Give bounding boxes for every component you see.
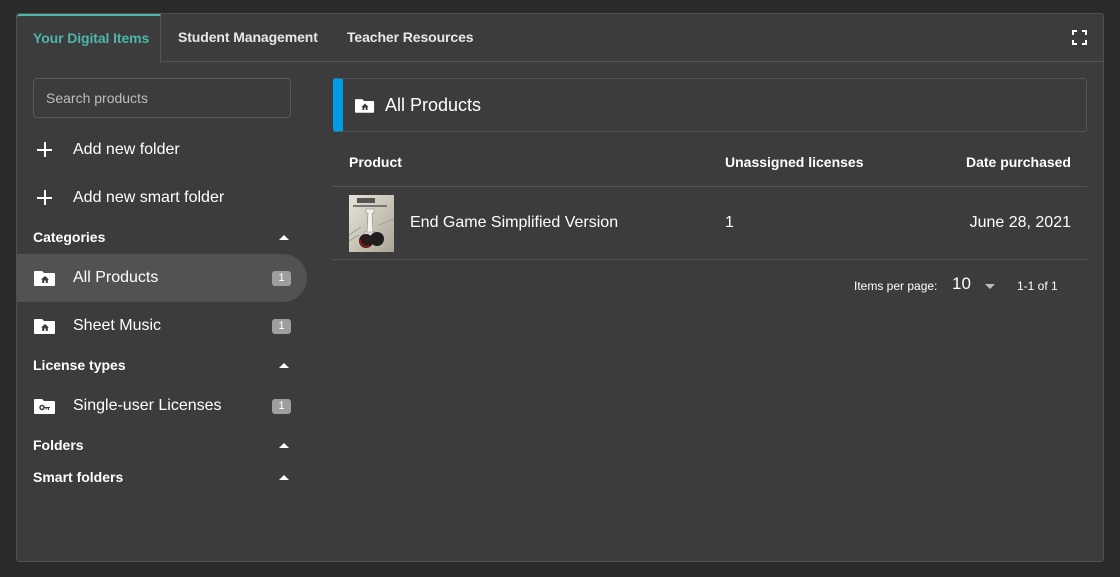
search-input[interactable] bbox=[33, 78, 291, 118]
column-header-date-purchased[interactable]: Date purchased bbox=[966, 141, 1071, 183]
product-thumbnail bbox=[349, 195, 394, 252]
column-header-product[interactable]: Product bbox=[349, 141, 402, 183]
count-badge: 1 bbox=[272, 398, 291, 414]
product-name[interactable]: End Game Simplified Version bbox=[410, 187, 618, 259]
add-new-smart-folder-button[interactable]: Add new smart folder bbox=[33, 182, 303, 214]
page-title: All Products bbox=[385, 94, 482, 115]
section-categories[interactable]: Categories bbox=[33, 227, 291, 247]
page-range-label: 1-1 of 1 bbox=[1017, 279, 1058, 293]
section-title: License types bbox=[33, 357, 126, 373]
sidebar-item-all-products[interactable]: All Products 1 bbox=[17, 254, 307, 302]
fullscreen-icon[interactable] bbox=[1072, 30, 1087, 45]
section-license-types[interactable]: License types bbox=[33, 355, 291, 375]
table-header: Product Unassigned licenses Date purchas… bbox=[333, 141, 1087, 187]
table-row[interactable]: End Game Simplified Version 1 June 28, 2… bbox=[333, 187, 1087, 260]
sidebar-item-label: Sheet Music bbox=[73, 317, 162, 334]
tab-bar: Your Digital Items Student Management Te… bbox=[17, 14, 1103, 63]
section-title: Folders bbox=[33, 437, 84, 453]
items-per-page-select[interactable]: 10 bbox=[952, 274, 971, 294]
sidebar-item-label: Single-user Licenses bbox=[73, 397, 222, 414]
paginator: Items per page: 10 1-1 of 1 bbox=[333, 273, 1087, 299]
current-folder-header: All Products bbox=[333, 78, 1087, 132]
sidebar-item-sheet-music[interactable]: Sheet Music 1 bbox=[17, 302, 307, 350]
add-new-folder-button[interactable]: Add new folder bbox=[33, 134, 303, 166]
tab-student-management[interactable]: Student Management bbox=[178, 14, 318, 62]
items-per-page-label: Items per page: bbox=[854, 279, 938, 293]
sidebar-item-label: All Products bbox=[73, 269, 159, 286]
digital-items-panel: Your Digital Items Student Management Te… bbox=[16, 13, 1104, 562]
sidebar-item-single-user-licenses[interactable]: Single-user Licenses 1 bbox=[17, 382, 307, 430]
plus-icon bbox=[33, 186, 57, 210]
tab-your-digital-items[interactable]: Your Digital Items bbox=[17, 14, 161, 63]
folder-home-icon bbox=[355, 98, 375, 113]
add-new-folder-label: Add new folder bbox=[73, 141, 180, 158]
add-new-smart-folder-label: Add new smart folder bbox=[73, 189, 225, 206]
unassigned-licenses-value: 1 bbox=[725, 214, 734, 231]
count-badge: 1 bbox=[272, 318, 291, 334]
tab-teacher-resources[interactable]: Teacher Resources bbox=[347, 14, 474, 62]
count-badge: 1 bbox=[272, 270, 291, 286]
caret-up-icon[interactable] bbox=[279, 362, 289, 368]
section-smart-folders[interactable]: Smart folders bbox=[33, 467, 291, 487]
section-title: Categories bbox=[33, 229, 106, 245]
plus-icon bbox=[33, 138, 57, 162]
caret-up-icon[interactable] bbox=[279, 442, 289, 448]
column-header-unassigned-licenses[interactable]: Unassigned licenses bbox=[725, 141, 864, 183]
section-folders[interactable]: Folders bbox=[33, 435, 291, 455]
folder-home-icon bbox=[34, 271, 55, 286]
caret-up-icon[interactable] bbox=[279, 234, 289, 240]
caret-up-icon[interactable] bbox=[279, 474, 289, 480]
dropdown-arrow-icon[interactable] bbox=[985, 284, 995, 289]
section-title: Smart folders bbox=[33, 469, 124, 485]
products-table: Product Unassigned licenses Date purchas… bbox=[333, 141, 1087, 260]
date-purchased-value: June 28, 2021 bbox=[969, 214, 1071, 231]
folder-key-icon bbox=[34, 399, 55, 414]
folder-home-icon bbox=[34, 319, 55, 334]
